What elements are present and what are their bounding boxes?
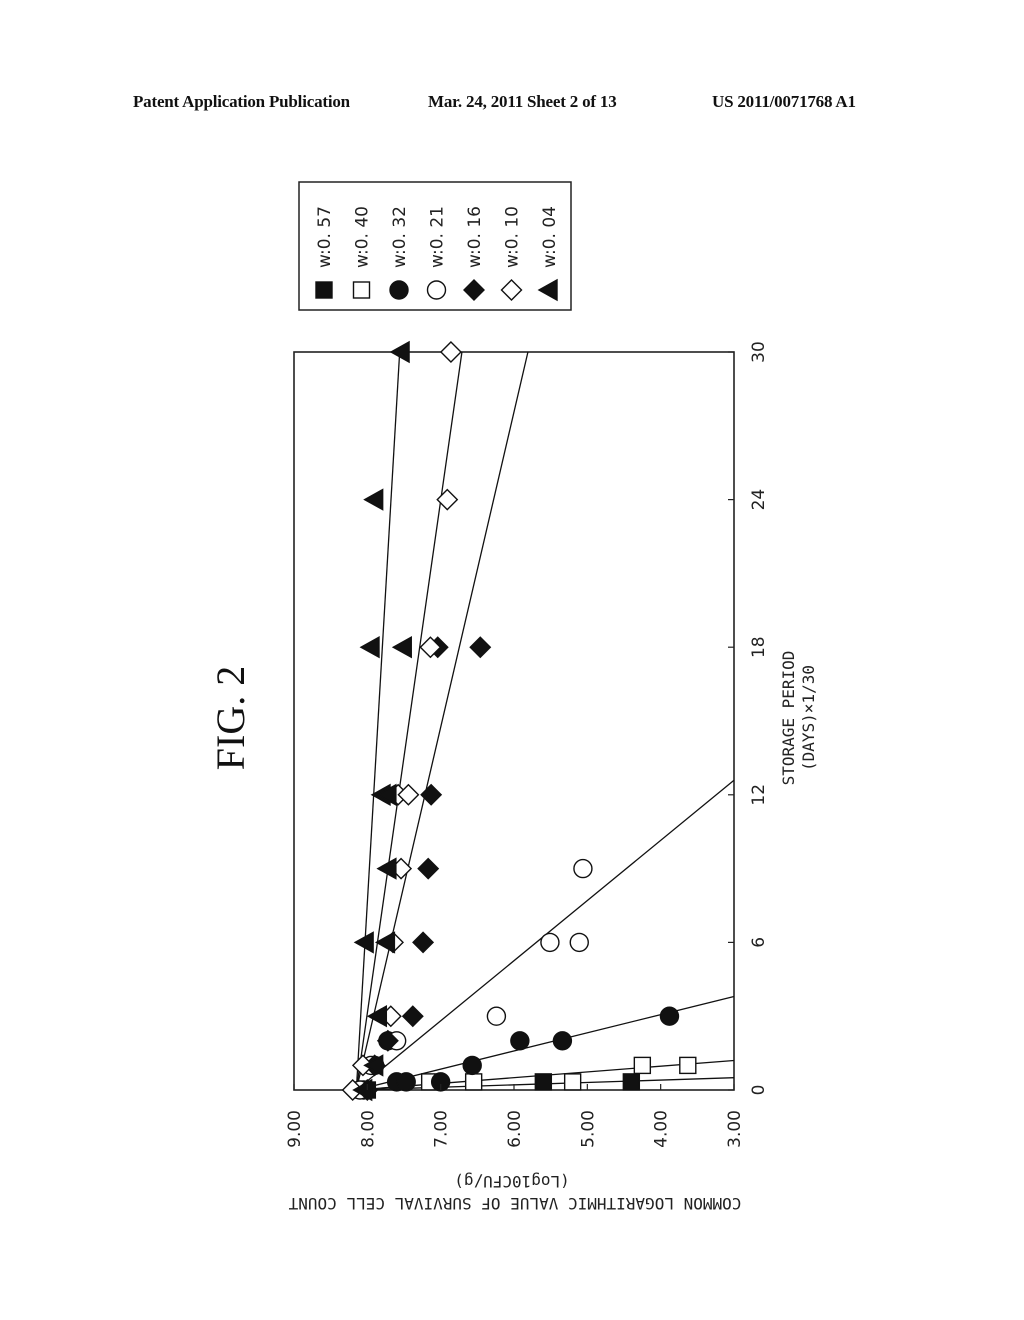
legend-marker-open-square (352, 281, 371, 299)
legend-label: w:0. 40 (353, 206, 373, 268)
figure-title: FIG. 2 (208, 666, 253, 770)
data-point-open-circle (540, 932, 560, 953)
value-tick-label: 5.00 (578, 1110, 598, 1148)
legend-label: w:0. 21 (428, 206, 448, 268)
fit-lines (355, 351, 735, 1091)
data-point-filled-circle (510, 1031, 530, 1051)
legend-label: w:0. 04 (540, 206, 560, 268)
data-point-open-square (464, 1073, 483, 1091)
data-point-filled-circle (462, 1055, 482, 1076)
data-point-open-circle (486, 1006, 507, 1026)
value-tick-label: 6.00 (505, 1110, 525, 1148)
fit-line-w016 (355, 351, 529, 1091)
day-tick-label: 6 (749, 937, 769, 948)
data-point-open-square (633, 1056, 652, 1075)
value-tick-label: 8.00 (358, 1110, 378, 1148)
legend-label: w:0. 10 (503, 206, 523, 268)
data-point-filled-diamond (420, 783, 443, 806)
data-point-filled-triangle (366, 1005, 388, 1028)
data-point-filled-triangle (391, 636, 412, 659)
fit-line-w010 (355, 351, 463, 1091)
y-axis-title-line1: COMMON LOGARITHMIC VALUE OF SURVIVAL CEL… (288, 1194, 741, 1213)
data-point-open-square (563, 1073, 582, 1091)
legend-label: w:0. 57 (315, 206, 335, 268)
day-tick-label: 30 (749, 341, 769, 363)
plot-frame (293, 351, 735, 1091)
data-point-open-square (679, 1056, 697, 1075)
data-markers (341, 340, 697, 1102)
data-point-filled-triangle (389, 340, 410, 364)
legend-label: w:0. 16 (465, 206, 485, 268)
legend-marker-open-circle (426, 280, 447, 300)
data-point-filled-diamond (417, 857, 440, 880)
data-point-filled-diamond (401, 1005, 424, 1028)
axis-ticks: 9.00 8.00 7.00 6.00 5.00 4.00 3.00 0 6 12 18 24 30 (285, 341, 769, 1148)
data-point-filled-circle (552, 1031, 573, 1051)
data-point-open-diamond (439, 341, 462, 363)
value-tick-label: 7.00 (432, 1110, 452, 1148)
data-point-open-circle (573, 858, 593, 879)
day-tick-label: 0 (749, 1085, 769, 1096)
legend-marker-filled-circle (389, 280, 409, 300)
data-point-open-circle (569, 932, 589, 953)
data-point-filled-triangle (359, 636, 380, 659)
value-tick-label: 9.00 (285, 1110, 305, 1148)
data-point-filled-square (534, 1073, 553, 1091)
data-point-filled-diamond (469, 636, 492, 659)
data-point-filled-square (622, 1073, 641, 1091)
y-axis-title-line2: (Log10CFU/g) (454, 1172, 570, 1191)
data-point-filled-circle (396, 1072, 416, 1092)
x-axis-title-line1: STORAGE PERIOD (779, 651, 798, 786)
data-point-filled-circle (659, 1006, 680, 1026)
data-point-filled-triangle (363, 488, 384, 511)
legend-label: w:0. 32 (390, 206, 410, 268)
day-tick-label: 12 (749, 784, 769, 806)
value-tick-label: 4.00 (652, 1110, 672, 1148)
x-axis-title-line2: (DAYS)×1/30 (799, 665, 818, 771)
data-point-filled-diamond (412, 931, 435, 954)
legend-marker-filled-square (315, 281, 333, 299)
day-tick-label: 24 (749, 489, 769, 511)
value-tick-label: 3.00 (725, 1110, 745, 1148)
day-tick-label: 18 (749, 636, 769, 658)
chart: FIG. 2 9.00 8.00 7.00 6.00 5.00 4.00 3.00 0 6 12 1… (208, 181, 818, 1213)
fit-line-w004 (355, 351, 401, 1091)
